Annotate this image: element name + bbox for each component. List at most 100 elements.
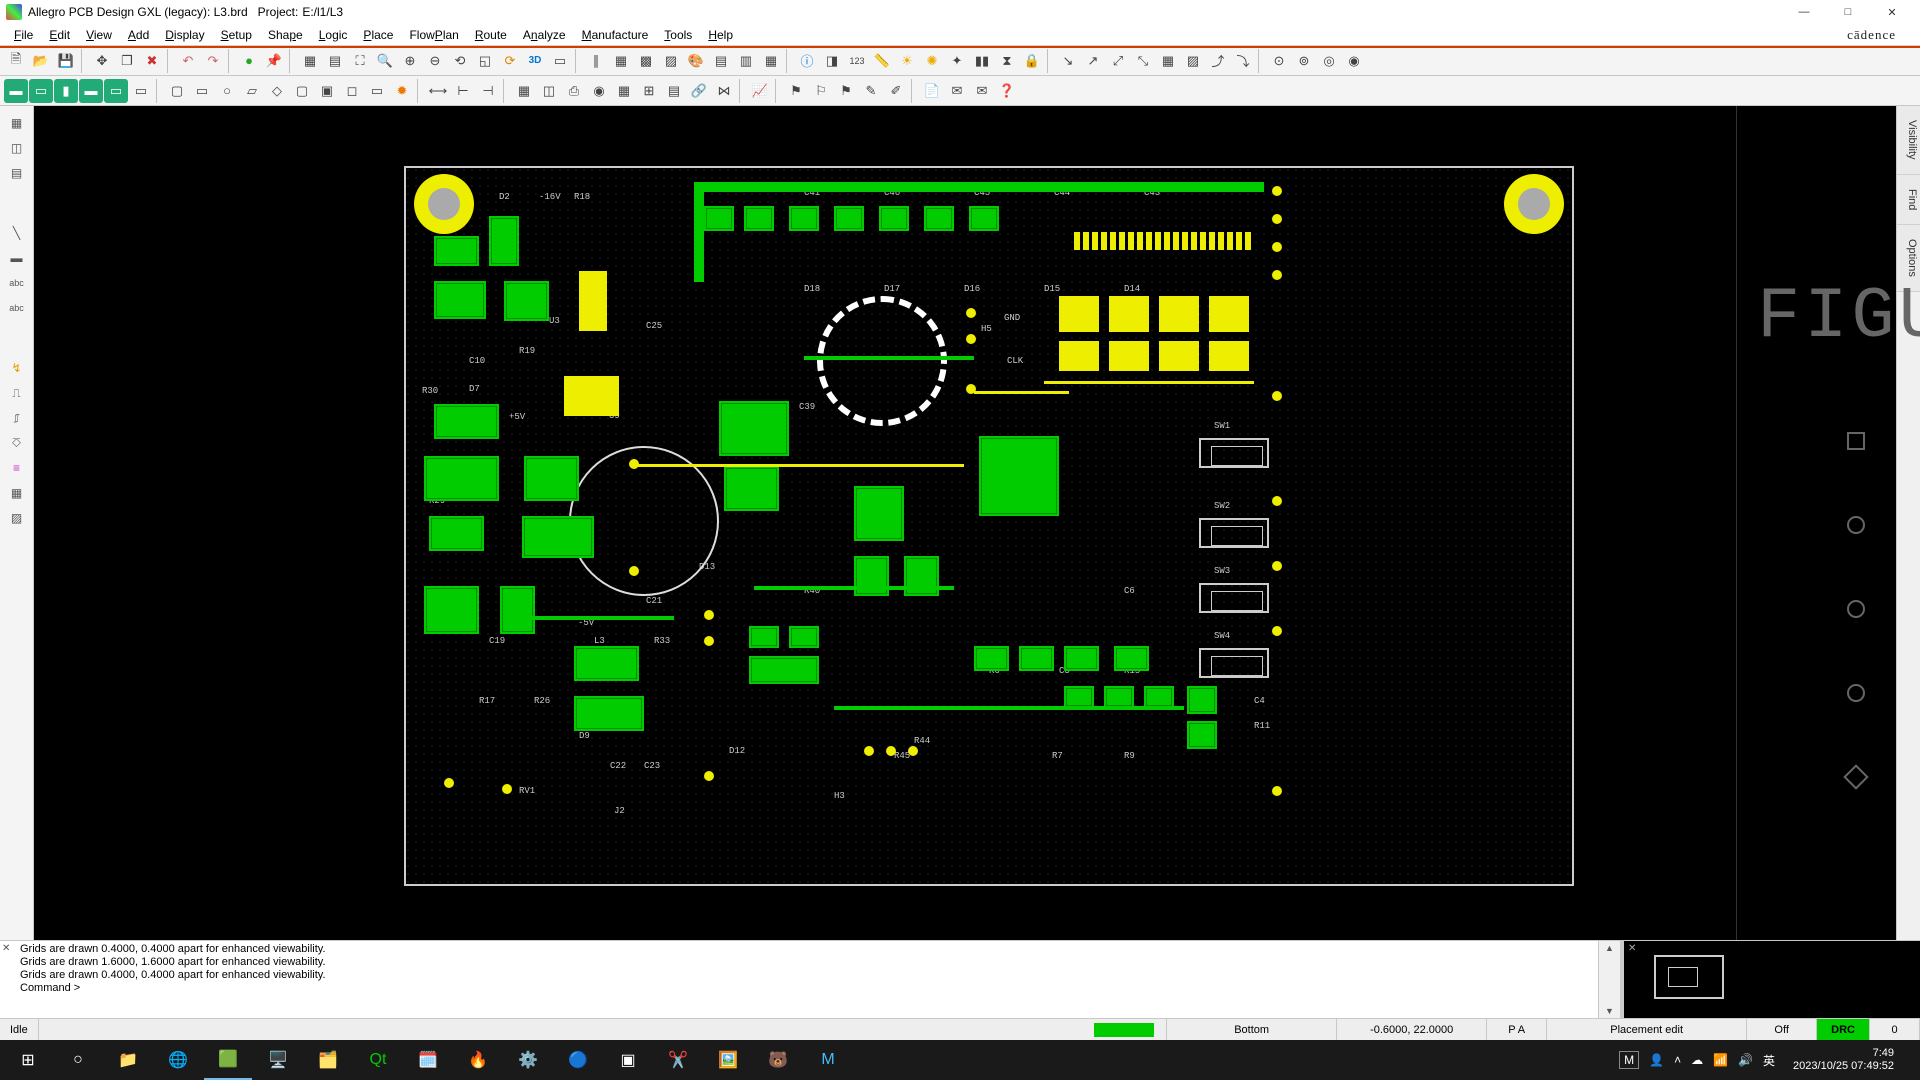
close-button[interactable]: ✕ xyxy=(1870,0,1914,24)
route6-button[interactable]: ▨ xyxy=(1181,49,1205,73)
left-tool-3[interactable]: ▤ xyxy=(6,162,28,184)
spreadsheet2-button[interactable]: ▥ xyxy=(734,49,758,73)
layers-button[interactable]: ▭ xyxy=(548,49,572,73)
menu-file[interactable]: File xyxy=(6,26,41,44)
system-tray[interactable]: M 👤 ˄ ☁ 📶 🔊 英 xyxy=(1611,1051,1783,1069)
left-route2-tool[interactable]: ⎍ xyxy=(6,382,28,404)
status-layer[interactable]: Bottom xyxy=(1167,1019,1337,1040)
highlight-button[interactable]: ◨ xyxy=(820,49,844,73)
left-rect-tool[interactable]: ▬ xyxy=(6,247,28,269)
draw-poly-button[interactable]: ▱ xyxy=(240,79,264,103)
draw-poly4-button[interactable]: ▣ xyxy=(315,79,339,103)
left-text2-tool[interactable]: abc xyxy=(6,297,28,319)
task-app4[interactable]: 🔥 xyxy=(454,1040,502,1080)
task-app9[interactable]: 🐻 xyxy=(754,1040,802,1080)
draw-circle-button[interactable]: ○ xyxy=(215,79,239,103)
drc1-button[interactable]: ⚑ xyxy=(784,79,808,103)
save-file-button[interactable]: 💾 xyxy=(54,49,78,73)
tray-chevron-up-icon[interactable]: ˄ xyxy=(1674,1053,1681,1067)
crosshatch-button[interactable]: ▩ xyxy=(634,49,658,73)
new-file-button[interactable]: 🗎 xyxy=(4,49,28,73)
menu-manufacture[interactable]: Manufacture xyxy=(574,26,657,44)
left-route3-tool[interactable]: ⎎ xyxy=(6,407,28,429)
menu-display[interactable]: Display xyxy=(157,26,212,44)
left-tool-1[interactable]: ▦ xyxy=(6,112,28,134)
menu-tools[interactable]: Tools xyxy=(656,26,700,44)
place1-button[interactable]: ▦ xyxy=(512,79,536,103)
draw-poly6-button[interactable]: ▭ xyxy=(365,79,389,103)
menu-logic[interactable]: Logic xyxy=(311,26,356,44)
draw-poly5-button[interactable]: ◻ xyxy=(340,79,364,103)
task-app7[interactable]: ✂️ xyxy=(654,1040,702,1080)
tab-find[interactable]: Find xyxy=(1897,175,1920,225)
task-app1[interactable]: 🖥️ xyxy=(254,1040,302,1080)
view-3d-button[interactable]: 3D xyxy=(523,49,547,73)
left-route4-tool[interactable]: ⎏ xyxy=(6,432,28,454)
copy-button[interactable]: ❐ xyxy=(115,49,139,73)
zoom-in-button[interactable]: ⊕ xyxy=(398,49,422,73)
draw-rect2-button[interactable]: ▭ xyxy=(190,79,214,103)
task-chrome[interactable]: 🔵 xyxy=(554,1040,602,1080)
route7-button[interactable]: ⤴ xyxy=(1206,49,1230,73)
place2-button[interactable]: ◫ xyxy=(537,79,561,103)
worldview-close-button[interactable]: ✕ xyxy=(1628,943,1636,954)
vlines-button[interactable]: ∥ xyxy=(584,49,608,73)
via4-button[interactable]: ◉ xyxy=(1342,49,1366,73)
tray-people-icon[interactable]: 👤 xyxy=(1649,1053,1664,1067)
spreadsheet-button[interactable]: ▤ xyxy=(709,49,733,73)
task-search[interactable]: ○ xyxy=(54,1040,102,1080)
info-button[interactable]: ⓘ xyxy=(795,49,819,73)
draw-rect-button[interactable]: ▢ xyxy=(165,79,189,103)
status-pa[interactable]: P A xyxy=(1487,1019,1547,1040)
help-button[interactable]: ❓ xyxy=(995,79,1019,103)
shape-rect2-button[interactable]: ▭ xyxy=(29,79,53,103)
left-tool-2[interactable]: ◫ xyxy=(6,137,28,159)
place5-button[interactable]: ▦ xyxy=(612,79,636,103)
table-button[interactable]: ▦ xyxy=(609,49,633,73)
redo-button[interactable]: ↷ xyxy=(201,49,225,73)
constraints-button[interactable]: ▦ xyxy=(759,49,783,73)
link-button[interactable]: 🔗 xyxy=(687,79,711,103)
menu-route[interactable]: Route xyxy=(467,26,515,44)
star-button[interactable]: ✦ xyxy=(945,49,969,73)
task-explorer[interactable]: 📁 xyxy=(104,1040,152,1080)
tray-ime[interactable]: M xyxy=(1619,1051,1639,1069)
mail-button[interactable]: ✉ xyxy=(945,79,969,103)
grid2-button[interactable]: ▤ xyxy=(323,49,347,73)
minimize-button[interactable]: — xyxy=(1782,0,1826,24)
task-app8[interactable]: 🖼️ xyxy=(704,1040,752,1080)
left-text-tool[interactable]: abc xyxy=(6,272,28,294)
task-app6[interactable]: ▣ xyxy=(604,1040,652,1080)
cmdlog-scrollbar[interactable]: ▲▼ xyxy=(1598,941,1620,1018)
open-file-button[interactable]: 📂 xyxy=(29,49,53,73)
tray-wifi-icon[interactable]: 📶 xyxy=(1713,1053,1728,1067)
tray-lang-icon[interactable]: 英 xyxy=(1763,1052,1775,1069)
hatch-button[interactable]: ▨ xyxy=(659,49,683,73)
zoom-fit-button[interactable]: 🔍 xyxy=(373,49,397,73)
show-desktop-button[interactable] xyxy=(1904,1040,1916,1080)
measure-button[interactable]: 123 xyxy=(845,49,869,73)
maximize-button[interactable]: □ xyxy=(1826,0,1870,24)
shape-rect5-button[interactable]: ▭ xyxy=(104,79,128,103)
move-button[interactable]: ✥ xyxy=(90,49,114,73)
dim2-button[interactable]: ⊢ xyxy=(451,79,475,103)
graph-button[interactable]: 📈 xyxy=(748,79,772,103)
status-off[interactable]: Off xyxy=(1747,1019,1817,1040)
dim3-button[interactable]: ⊣ xyxy=(476,79,500,103)
task-app2[interactable]: 🗂️ xyxy=(304,1040,352,1080)
zoom-prev-button[interactable]: ⟲ xyxy=(448,49,472,73)
route2-button[interactable]: ↗ xyxy=(1081,49,1105,73)
place3-button[interactable]: ⎙ xyxy=(562,79,586,103)
refresh-button[interactable]: ⟳ xyxy=(498,49,522,73)
place6-button[interactable]: ⊞ xyxy=(637,79,661,103)
task-app10[interactable]: M xyxy=(804,1040,852,1080)
tab-visibility[interactable]: Visibility xyxy=(1897,106,1920,175)
menu-view[interactable]: View xyxy=(78,26,120,44)
task-allegro[interactable]: 🟩 xyxy=(204,1040,252,1080)
draw-poly2-button[interactable]: ◇ xyxy=(265,79,289,103)
left-route-tool[interactable]: ↯ xyxy=(6,357,28,379)
place7-button[interactable]: ▤ xyxy=(662,79,686,103)
mail2-button[interactable]: ✉ xyxy=(970,79,994,103)
sun-button[interactable]: ☀ xyxy=(895,49,919,73)
via-button[interactable]: ⊙ xyxy=(1267,49,1291,73)
